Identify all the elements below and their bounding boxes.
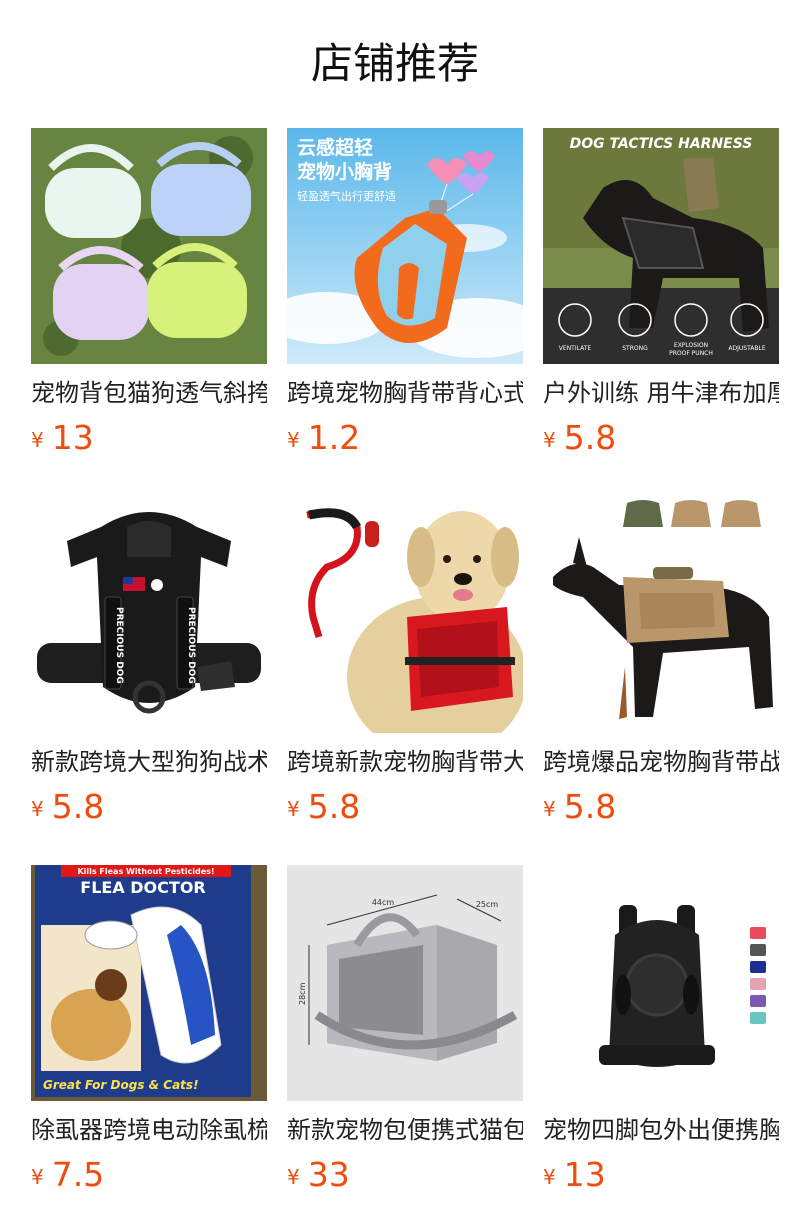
currency-symbol: ¥ <box>287 428 300 452</box>
product-card[interactable]: 跨境爆品宠物胸背带战术 ¥5.8 <box>543 497 779 837</box>
feature-label: STRONG <box>622 345 648 352</box>
product-name[interactable]: 宠物四脚包外出便携胸前包 <box>543 1113 779 1147</box>
flea-comb-box-image[interactable]: Kills Fleas Without Pesticides! FLEA DOC… <box>31 865 267 1101</box>
pet-sling-bags-image[interactable] <box>31 128 267 364</box>
product-name[interactable]: 新款跨境大型狗狗战术胸背 <box>31 745 267 779</box>
product-card[interactable]: DOG TACTICS HARNESS VENTILATE STRONG EXP… <box>543 128 779 468</box>
price-amount: 33 <box>307 1155 350 1194</box>
dimension-label: 44cm <box>372 898 395 907</box>
product-card[interactable]: 44cm 25cm 28cm 新款宠物包便携式猫包 ¥33 <box>287 865 523 1205</box>
image-headline-2: 宠物小胸背 <box>297 160 392 183</box>
strap-label: PRECIOUS DOG <box>114 607 124 684</box>
price-amount: 13 <box>563 1155 606 1194</box>
package-top-text: Kills Fleas Without Pesticides! <box>77 867 214 876</box>
product-name[interactable]: 户外训练 用牛津布加厚 <box>543 376 779 410</box>
labrador-red-harness-image[interactable] <box>287 497 523 733</box>
dimension-label: 25cm <box>476 900 499 909</box>
feature-label: VENTILATE <box>559 345 592 352</box>
product-name[interactable]: 除虱器跨境电动除虱梳 <box>31 1113 267 1147</box>
orange-harness-image[interactable]: 云感超轻 宠物小胸背 轻盈透气出行更舒适 <box>287 128 523 364</box>
product-name[interactable]: 新款宠物包便携式猫包 <box>287 1113 523 1147</box>
currency-symbol: ¥ <box>31 428 44 452</box>
image-headline-1: 云感超轻 <box>297 136 373 159</box>
product-card[interactable]: Kills Fleas Without Pesticides! FLEA DOC… <box>31 865 267 1205</box>
product-grid: 宠物背包猫狗透气斜挎包 ¥13 云感超轻 宠物小胸背 轻盈透气出行更舒适 <box>0 0 790 1232</box>
feature-label: PROOF PUNCH <box>669 350 713 357</box>
currency-symbol: ¥ <box>543 428 556 452</box>
product-price: ¥1.2 <box>287 418 360 458</box>
image-subline: 轻盈透气出行更舒适 <box>297 189 396 203</box>
price-amount: 1.2 <box>307 418 361 457</box>
price-amount: 5.8 <box>51 787 105 826</box>
feature-label: EXPLOSION <box>674 342 708 349</box>
product-price: ¥5.8 <box>543 418 616 458</box>
product-card[interactable]: 云感超轻 宠物小胸背 轻盈透气出行更舒适 跨境宠物胸背带背心式 ¥1.2 <box>287 128 523 468</box>
price-amount: 5.8 <box>563 787 617 826</box>
package-bottom-text: Great For Dogs & Cats! <box>43 1078 199 1092</box>
image-banner-text: DOG TACTICS HARNESS <box>570 136 753 152</box>
product-price: ¥33 <box>287 1155 350 1195</box>
price-amount: 5.8 <box>563 418 617 457</box>
currency-symbol: ¥ <box>287 1165 300 1189</box>
doberman-tan-harness-image[interactable] <box>543 497 779 733</box>
grey-carrier-bag-image[interactable]: 44cm 25cm 28cm <box>287 865 523 1101</box>
product-price: ¥13 <box>31 418 94 458</box>
product-name[interactable]: 跨境宠物胸背带背心式 <box>287 376 523 410</box>
price-amount: 13 <box>51 418 94 457</box>
currency-symbol: ¥ <box>31 797 44 821</box>
product-card[interactable]: 宠物背包猫狗透气斜挎包 ¥13 <box>31 128 267 468</box>
currency-symbol: ¥ <box>543 797 556 821</box>
product-name[interactable]: 宠物背包猫狗透气斜挎包 <box>31 376 267 410</box>
feature-label: ADJUSTABLE <box>728 345 765 352</box>
strap-label: PRECIOUS DOG <box>186 607 196 684</box>
product-price: ¥5.8 <box>31 787 104 827</box>
product-price: ¥13 <box>543 1155 606 1195</box>
product-card[interactable]: PRECIOUS DOG PRECIOUS DOG 新款跨境大型狗狗战术胸背 ¥… <box>31 497 267 837</box>
package-brand: FLEA DOCTOR <box>80 878 205 897</box>
currency-symbol: ¥ <box>31 1165 44 1189</box>
currency-symbol: ¥ <box>543 1165 556 1189</box>
currency-symbol: ¥ <box>287 797 300 821</box>
product-price: ¥5.8 <box>287 787 360 827</box>
price-amount: 5.8 <box>307 787 361 826</box>
product-card[interactable]: 宠物四脚包外出便携胸前包 ¥13 <box>543 865 779 1205</box>
product-card[interactable]: 跨境新款宠物胸背带大型犬 ¥5.8 <box>287 497 523 837</box>
dimension-label: 28cm <box>298 982 307 1005</box>
product-price: ¥5.8 <box>543 787 616 827</box>
product-name[interactable]: 跨境爆品宠物胸背带战术 <box>543 745 779 779</box>
black-harness-image[interactable]: PRECIOUS DOG PRECIOUS DOG <box>31 497 267 733</box>
product-name[interactable]: 跨境新款宠物胸背带大型犬 <box>287 745 523 779</box>
black-front-backpack-image[interactable] <box>543 865 779 1101</box>
product-price: ¥7.5 <box>31 1155 104 1195</box>
doberman-tactical-harness-image[interactable]: DOG TACTICS HARNESS VENTILATE STRONG EXP… <box>543 128 779 364</box>
price-amount: 7.5 <box>51 1155 105 1194</box>
